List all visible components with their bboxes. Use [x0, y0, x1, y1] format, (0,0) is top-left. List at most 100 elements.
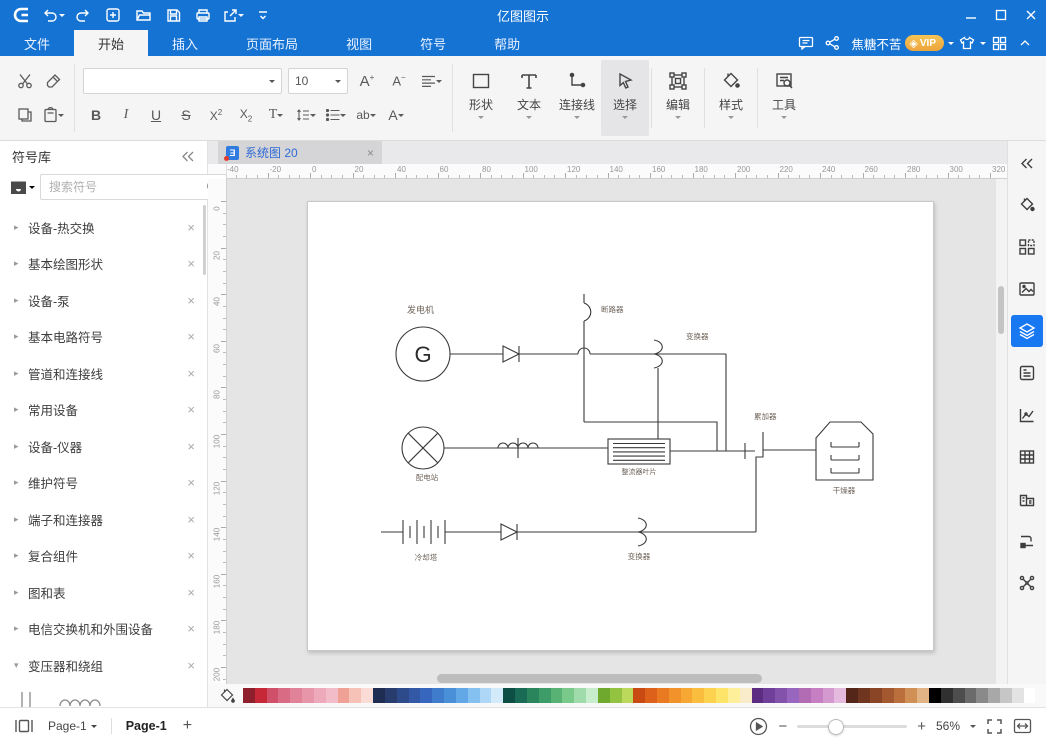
symbol-library-item[interactable]: ▸基本绘图形状× [0, 246, 207, 283]
font-color-button[interactable]: A [383, 102, 409, 128]
color-swatch[interactable] [622, 688, 634, 703]
color-swatch[interactable] [976, 688, 988, 703]
symbol-library-item[interactable]: ▸电信交换机和外围设备× [0, 611, 207, 648]
diode-symbol[interactable] [501, 524, 517, 540]
color-swatch[interactable] [420, 688, 432, 703]
color-swatch[interactable] [858, 688, 870, 703]
horizontal-scrollbar-thumb[interactable] [437, 674, 762, 683]
color-swatch[interactable] [373, 688, 385, 703]
page-tab[interactable]: Page-1 [126, 719, 167, 733]
color-swatch[interactable] [692, 688, 704, 703]
color-swatch[interactable] [716, 688, 728, 703]
accumulator-switch[interactable] [756, 432, 763, 532]
align-button[interactable] [418, 68, 444, 94]
symbols-panel-button[interactable] [1011, 231, 1043, 263]
expand-arrow-icon[interactable]: ▸ [14, 623, 28, 634]
feedback-button[interactable] [793, 31, 819, 55]
line-spacing-caret-icon[interactable] [310, 114, 316, 120]
zoom-out-button[interactable]: − [778, 718, 787, 735]
color-swatch[interactable] [267, 688, 279, 703]
symbol-search-box[interactable] [40, 174, 227, 200]
symbol-library-item[interactable]: ▸端子和连接器× [0, 501, 207, 538]
symbol-library-item[interactable]: ▸设备-仪器× [0, 428, 207, 465]
style-tool-button[interactable]: 样式 [707, 60, 755, 136]
close-library-icon[interactable]: × [187, 548, 195, 563]
expand-arrow-icon[interactable]: ▸ [14, 477, 28, 488]
tab-file[interactable]: 文件 [0, 30, 74, 56]
bullet-list-caret-icon[interactable] [340, 114, 346, 120]
color-swatch[interactable] [905, 688, 917, 703]
text-style-caret-icon[interactable] [277, 114, 283, 120]
vertical-scrollbar-thumb[interactable] [998, 286, 1004, 334]
expand-arrow-icon[interactable]: ▸ [14, 331, 28, 342]
fit-to-window-button[interactable] [1013, 718, 1032, 734]
expand-arrow-icon[interactable]: ▸ [14, 295, 28, 306]
color-swatch[interactable] [799, 688, 811, 703]
color-swatch[interactable] [953, 688, 965, 703]
superscript-button[interactable]: X2 [203, 102, 229, 128]
symbol-library-item[interactable]: ▸管道和连接线× [0, 355, 207, 392]
color-swatch[interactable] [823, 688, 835, 703]
close-library-icon[interactable]: × [187, 621, 195, 636]
color-swatch[interactable] [870, 688, 882, 703]
expand-arrow-icon[interactable]: ▸ [14, 222, 28, 233]
color-swatch[interactable] [409, 688, 421, 703]
distribution-label[interactable]: 配电站 [416, 472, 439, 482]
symbol-library-item[interactable]: ▸维护符号× [0, 465, 207, 502]
print-button[interactable] [188, 2, 218, 28]
cut-button[interactable] [12, 68, 38, 94]
close-library-icon[interactable]: × [187, 220, 195, 235]
network-panel-button[interactable] [1011, 567, 1043, 599]
symbol-search-input[interactable] [47, 179, 206, 195]
close-button[interactable] [1016, 0, 1046, 30]
color-swatch[interactable] [551, 688, 563, 703]
close-library-icon[interactable]: × [187, 402, 195, 417]
zoom-slider-thumb[interactable] [828, 719, 844, 735]
text-tool-button[interactable]: 文本 [505, 60, 553, 136]
tab-symbols[interactable]: 符号 [396, 30, 470, 56]
color-swatch[interactable] [468, 688, 480, 703]
color-swatch[interactable] [657, 688, 669, 703]
expand-arrow-icon[interactable]: ▸ [14, 404, 28, 415]
chart-panel-button[interactable] [1011, 399, 1043, 431]
accumulator-label[interactable]: 累加器 [754, 411, 777, 421]
minimize-button[interactable] [956, 0, 986, 30]
color-swatch[interactable] [728, 688, 740, 703]
bullet-list-button[interactable] [323, 102, 349, 128]
color-swatch[interactable] [704, 688, 716, 703]
undo-caret-icon[interactable] [59, 14, 65, 20]
tab-help[interactable]: 帮助 [470, 30, 544, 56]
library-drawer-button[interactable] [10, 175, 35, 199]
color-swatch[interactable] [574, 688, 586, 703]
breaker-label[interactable]: 断路器 [601, 304, 624, 314]
color-swatch[interactable] [633, 688, 645, 703]
symbol-library-item[interactable]: ▸常用设备× [0, 392, 207, 429]
close-document-icon[interactable]: × [367, 146, 374, 160]
tools-button[interactable]: 工具 [760, 60, 808, 136]
color-swatch[interactable] [562, 688, 574, 703]
color-swatch[interactable] [515, 688, 527, 703]
zoom-caret-icon[interactable] [970, 725, 976, 731]
diode-symbol[interactable] [503, 346, 519, 362]
open-file-button[interactable] [128, 2, 158, 28]
converter-bottom-label[interactable]: 变换器 [628, 551, 651, 561]
symbol-library-item[interactable]: ▾变压器和绕组× [0, 647, 207, 684]
breaker-symbol[interactable] [584, 303, 591, 321]
paste-caret-icon[interactable] [58, 114, 64, 120]
character-spacing-button[interactable]: ab [353, 102, 379, 128]
font-size-select[interactable]: 10 [288, 68, 348, 94]
color-swatch[interactable] [397, 688, 409, 703]
color-swatch[interactable] [243, 688, 255, 703]
text-style-button[interactable]: T [263, 102, 289, 128]
color-swatch[interactable] [290, 688, 302, 703]
converter-top-label[interactable]: 变换器 [686, 331, 709, 341]
redo-button[interactable] [68, 2, 98, 28]
zoom-slider[interactable] [797, 725, 907, 728]
color-swatch[interactable] [278, 688, 290, 703]
color-swatch[interactable] [645, 688, 657, 703]
symbol-library-item[interactable]: ▸设备-泵× [0, 282, 207, 319]
undo-button[interactable] [38, 2, 68, 28]
add-page-button[interactable]: + [183, 717, 192, 735]
line-spacing-button[interactable] [293, 102, 319, 128]
subscript-button[interactable]: X2 [233, 102, 259, 128]
